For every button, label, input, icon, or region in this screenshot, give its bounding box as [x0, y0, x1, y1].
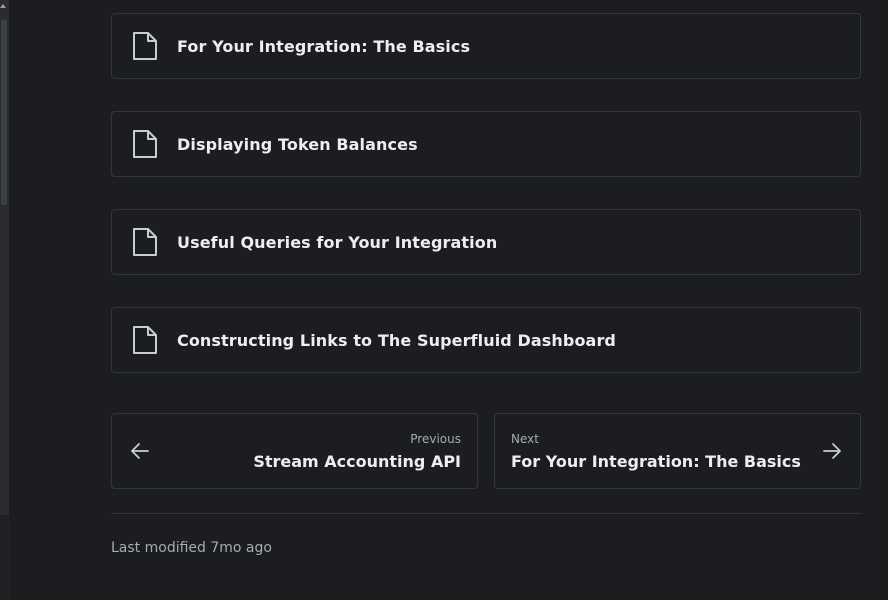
scrollbar-lower-track — [0, 515, 9, 600]
footer-divider — [111, 513, 861, 514]
page-link-card[interactable]: Displaying Token Balances — [111, 111, 861, 177]
page-link-card[interactable]: Constructing Links to The Superfluid Das… — [111, 307, 861, 373]
page-link-label: Displaying Token Balances — [177, 134, 418, 154]
previous-title: Stream Accounting API — [253, 452, 461, 471]
previous-caption: Previous — [410, 432, 461, 446]
scrollbar-track[interactable] — [0, 0, 9, 600]
document-icon — [131, 128, 159, 160]
document-icon — [131, 226, 159, 258]
scrollbar-thumb[interactable] — [1, 20, 7, 205]
page-link-label: Constructing Links to The Superfluid Das… — [177, 330, 616, 350]
next-caption: Next — [511, 432, 539, 446]
page-link-card[interactable]: For Your Integration: The Basics — [111, 13, 861, 79]
page-link-label: For Your Integration: The Basics — [177, 36, 471, 56]
next-title: For Your Integration: The Basics — [511, 452, 801, 471]
scroll-up-arrow-icon[interactable] — [0, 4, 6, 8]
arrow-right-icon — [822, 442, 842, 460]
arrow-left-icon — [130, 442, 150, 460]
document-icon — [131, 324, 159, 356]
page-link-label: Useful Queries for Your Integration — [177, 232, 498, 252]
next-page-link[interactable]: Next For Your Integration: The Basics — [494, 413, 861, 489]
last-modified-text: Last modified 7mo ago — [111, 540, 272, 556]
previous-page-link[interactable]: Previous Stream Accounting API — [111, 413, 478, 489]
document-icon — [131, 30, 159, 62]
page-link-card[interactable]: Useful Queries for Your Integration — [111, 209, 861, 275]
